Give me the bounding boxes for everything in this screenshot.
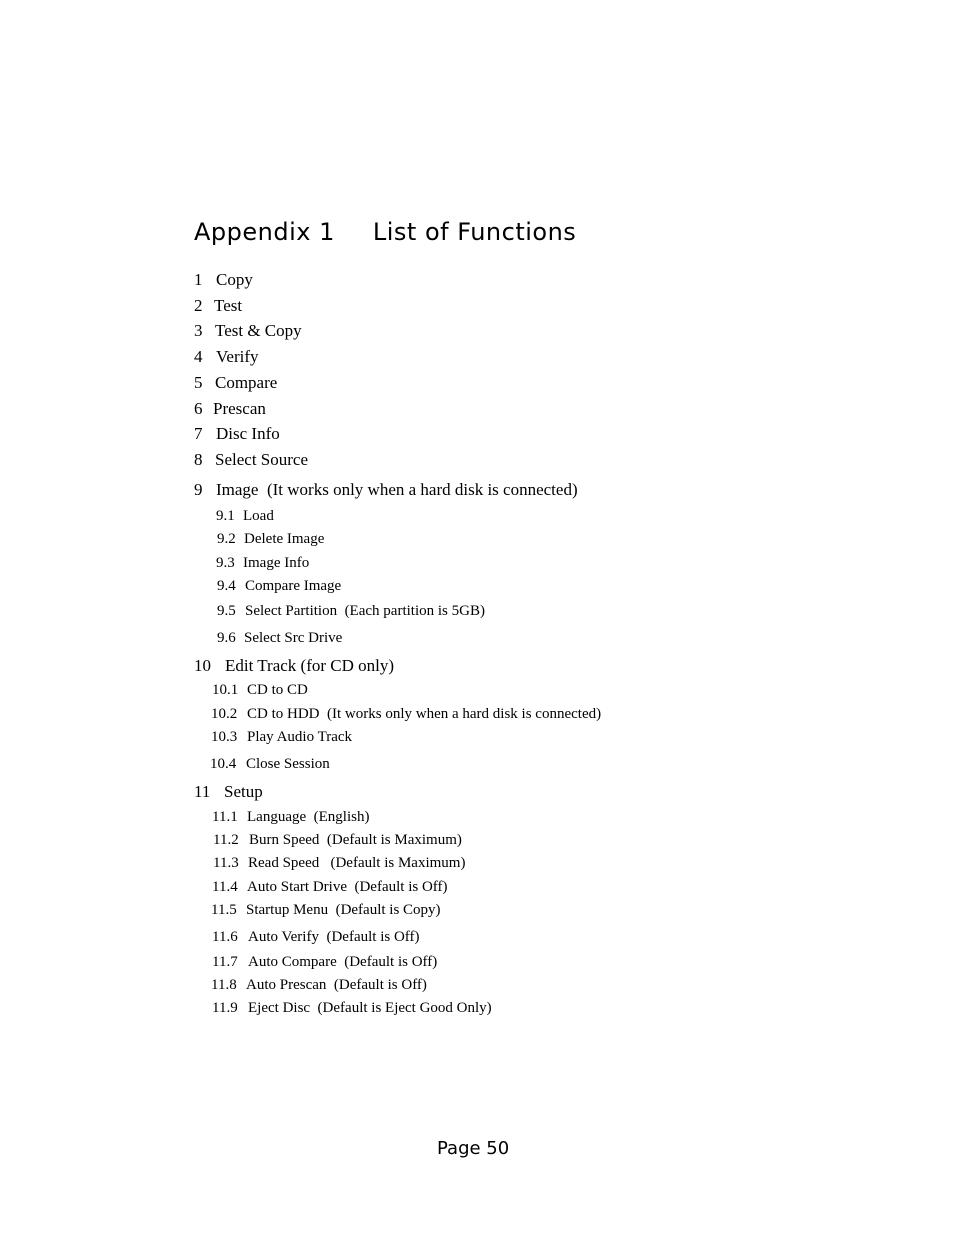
item-label: Image Info [243,555,310,571]
item-number: 9.4 [217,578,236,594]
list-subitem: 10.2 CD to HDD (It works only when a hard… [211,706,601,723]
title-heading: List of Functions [372,218,577,246]
item-label: Compare Image [245,578,342,594]
item-label: Image (It works only when a hard disk is… [216,480,578,499]
item-label: Setup [224,782,263,801]
item-number: 10.3 [211,729,238,745]
item-label: Prescan [213,399,266,418]
item-number: 5 [194,373,203,392]
list-subitem: 11.6 Auto Verify (Default is Off) [212,929,420,946]
list-item: 7 Disc Info [194,424,280,444]
item-number: 10.4 [210,756,237,772]
item-label: Select Source [215,450,308,469]
item-label: Verify [216,347,259,366]
item-label: Disc Info [216,424,280,443]
item-number: 9.2 [217,531,236,547]
item-label: Close Session [246,756,330,772]
list-subitem: 9.6 Select Src Drive [217,630,342,647]
item-label: Auto Prescan (Default is Off) [246,977,427,993]
item-number: 11.8 [211,977,237,993]
item-label: Copy [216,270,253,289]
item-number: 9.1 [216,508,235,524]
item-label: Language (English) [247,809,370,825]
item-number: 11.1 [212,809,238,825]
list-subitem: 11.5 Startup Menu (Default is Copy) [211,902,441,919]
page-title: Appendix 1 List of Functions [194,218,576,246]
page-number: Page 50 [437,1138,510,1159]
item-label: Eject Disc (Default is Eject Good Only) [248,1000,492,1016]
list-subitem: 11.8 Auto Prescan (Default is Off) [211,977,427,994]
item-label: Auto Start Drive (Default is Off) [247,879,448,895]
item-label: Delete Image [244,531,325,547]
list-item: 11 Setup [194,782,263,802]
item-label: Burn Speed (Default is Maximum) [249,832,462,848]
item-number: 4 [194,347,203,366]
list-subitem: 10.4 Close Session [210,756,330,773]
list-subitem: 9.4 Compare Image [217,578,341,595]
item-label: Auto Verify (Default is Off) [248,929,420,945]
list-subitem: 9.2 Delete Image [217,531,324,548]
list-subitem: 9.3 Image Info [216,555,309,572]
list-item: 6 Prescan [194,399,266,419]
item-label: Edit Track (for CD only) [225,656,395,675]
item-number: 9.3 [216,555,235,571]
list-subitem: 10.3 Play Audio Track [211,729,352,746]
item-number: 2 [194,296,203,315]
list-item: 1 Copy [194,270,253,290]
item-number: 3 [194,321,203,340]
item-number: 7 [194,424,203,443]
list-subitem: 11.3 Read Speed (Default is Maximum) [213,855,465,872]
item-number: 9.5 [217,603,236,619]
item-number: 11 [194,782,211,801]
list-subitem: 11.2 Burn Speed (Default is Maximum) [213,832,462,849]
item-number: 9.6 [217,630,236,646]
list-item: 5 Compare [194,373,277,393]
item-number: 11.3 [213,855,239,871]
list-item: 2 Test [194,296,242,316]
item-label: Compare [215,373,278,392]
item-label: Read Speed (Default is Maximum) [248,855,466,871]
list-subitem: 10.1 CD to CD [212,682,308,699]
list-subitem: 11.9 Eject Disc (Default is Eject Good On… [212,1000,492,1017]
item-number: 6 [194,399,203,418]
list-subitem: 11.7 Auto Compare (Default is Off) [212,954,437,971]
item-label: Play Audio Track [247,729,353,745]
item-label: Test & Copy [215,321,302,340]
item-label: Test [214,296,243,315]
list-subitem: 9.5 Select Partition (Each partition is 5… [217,603,485,620]
item-label: Load [243,508,274,524]
title-appendix-number: Appendix 1 [194,218,335,246]
list-item: 4 Verify [194,347,258,367]
item-number: 8 [194,450,203,469]
list-subitem: 11.1 Language (English) [212,809,369,826]
list-subitem: 11.4 Auto Start Drive (Default is Off) [212,879,448,896]
list-item: 10 Edit Track (for CD only) [194,656,394,676]
item-number: 11.7 [212,954,238,970]
item-number: 11.2 [213,832,239,848]
list-subitem: 9.1 Load [216,508,274,525]
item-number: 11.5 [211,902,237,918]
item-number: 10 [194,656,211,675]
item-number: 9 [194,480,203,499]
list-item: 8 Select Source [194,450,308,470]
item-number: 11.4 [212,879,238,895]
item-label: Auto Compare (Default is Off) [248,954,438,970]
item-label: Startup Menu (Default is Copy) [246,902,441,918]
item-label: Select Src Drive [244,630,343,646]
item-label: Select Partition (Each partition is 5GB) [245,603,485,619]
item-label: CD to HDD (It works only when a hard dis… [247,706,602,722]
item-label: CD to CD [247,682,308,698]
list-item: 9 Image (It works only when a hard disk i… [194,480,578,500]
list-item: 3 Test & Copy [194,321,302,341]
item-number: 11.6 [212,929,238,945]
item-number: 11.9 [212,1000,238,1016]
item-number: 1 [194,270,203,289]
item-number: 10.2 [211,706,238,722]
item-number: 10.1 [212,682,239,698]
